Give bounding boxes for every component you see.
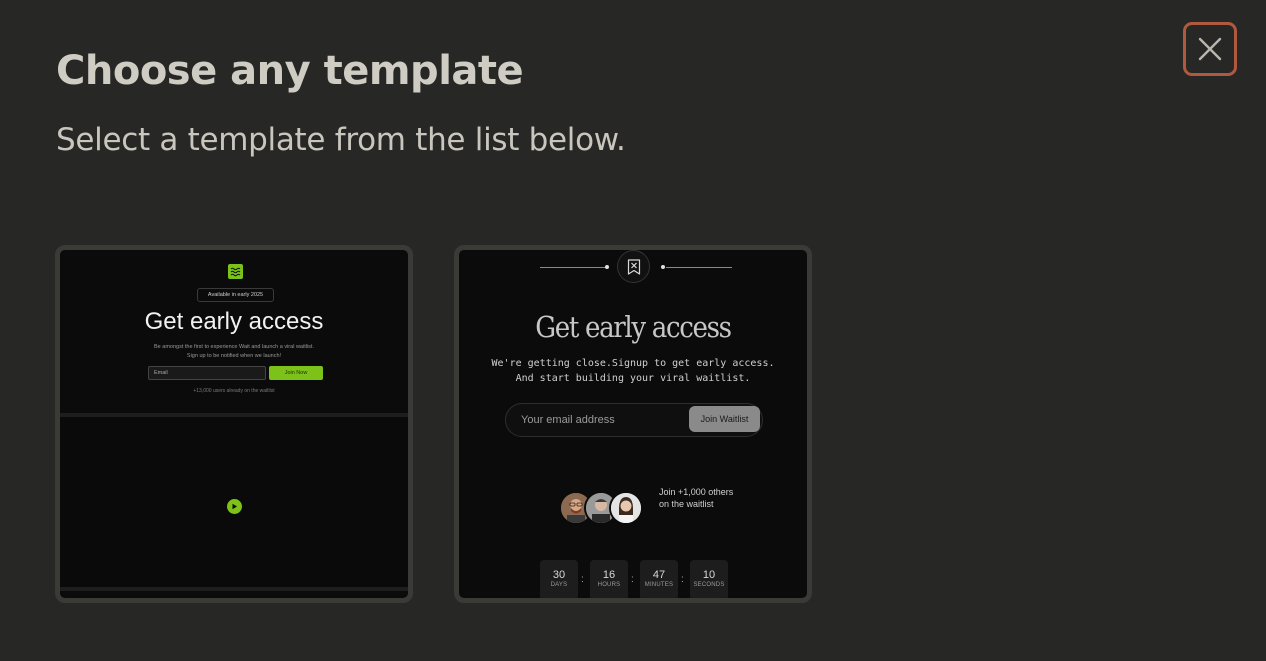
countdown-days: 30 DAYS	[540, 560, 578, 598]
countdown-separator: :	[681, 574, 684, 585]
avatar	[609, 491, 643, 525]
bookmark-x-icon	[617, 250, 650, 283]
template-card-2[interactable]: Get early access We're getting close.Sig…	[454, 245, 812, 603]
template-1-user-count: +13,000 users already on the waitlist	[193, 388, 275, 394]
modal-title: Choose any template	[56, 48, 524, 94]
countdown-value: 47	[652, 569, 666, 581]
countdown-label: SECONDS	[693, 582, 725, 588]
template-2-email-field: Your email address	[521, 414, 615, 426]
template-2-description: We're getting close.Signup to get early …	[491, 358, 775, 384]
decorative-line	[666, 267, 732, 268]
template-1-join-button: Join Now	[269, 366, 323, 380]
template-1-heading: Get early access	[144, 308, 324, 335]
countdown-seconds: 10 SECONDS	[690, 560, 728, 598]
template-modal: Choose any template Select a template fr…	[0, 0, 1266, 661]
template-2-heading: Get early access	[535, 310, 732, 344]
countdown-value: 10	[702, 569, 716, 581]
template-2-joined-text: Join +1,000 others on the waitlist	[659, 487, 734, 509]
countdown-label: MINUTES	[644, 582, 674, 588]
template-1-bottom-divider	[60, 587, 408, 591]
avatar-group	[559, 491, 643, 525]
close-icon	[1198, 37, 1222, 61]
countdown-separator: :	[581, 574, 584, 585]
modal-subtitle: Select a template from the list below.	[56, 122, 626, 158]
play-icon	[227, 499, 242, 514]
countdown-separator: :	[631, 574, 634, 585]
template-1-description: Be amongst the first to experience Wait …	[154, 344, 314, 359]
template-2-signup-form: Your email address Join Waitlist	[505, 403, 763, 437]
countdown-value: 16	[602, 569, 616, 581]
decorative-dot	[605, 265, 609, 269]
availability-badge: Available in early 2025	[197, 288, 274, 302]
countdown-hours: 16 HOURS	[590, 560, 628, 598]
countdown-label: HOURS	[597, 582, 621, 588]
countdown-minutes: 47 MINUTES	[640, 560, 678, 598]
countdown-value: 30	[552, 569, 566, 581]
template-1-email-field: Email	[148, 366, 266, 380]
template-2-join-button: Join Waitlist	[689, 406, 760, 432]
template-card-1[interactable]: Available in early 2025 Get early access…	[55, 245, 413, 603]
decorative-line	[540, 267, 606, 268]
close-button[interactable]	[1183, 22, 1237, 76]
waves-icon	[228, 264, 243, 279]
decorative-dot	[661, 265, 665, 269]
countdown-label: DAYS	[550, 582, 568, 588]
